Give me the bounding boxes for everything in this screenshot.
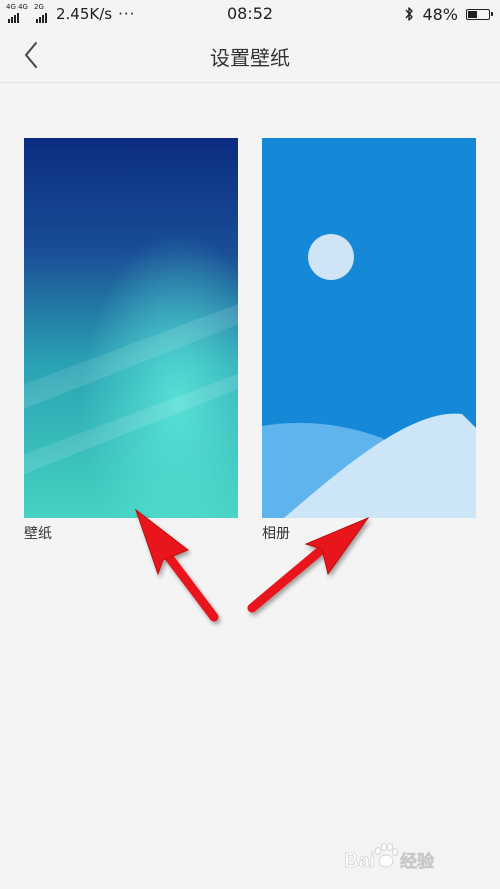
page-title: 设置壁纸 (210, 46, 290, 70)
status-right: 48% (404, 4, 493, 24)
ocean-gradient-wallpaper (24, 138, 238, 518)
album-landscape-icon (262, 138, 476, 518)
baidu-paw-logo: Bai 经验 (344, 843, 435, 872)
battery-icon (466, 8, 493, 20)
battery-percent: 48% (422, 4, 458, 24)
battery-level (468, 10, 477, 18)
album-label: 相册 (262, 526, 290, 542)
app-header: 设置壁纸 (0, 28, 500, 83)
wallpaper-label: 壁纸 (24, 526, 52, 542)
album-option[interactable]: 相册 (262, 138, 476, 543)
wallpaper-option[interactable]: 壁纸 (24, 138, 238, 543)
bluetooth-icon (405, 7, 414, 21)
status-bar: 4G 4G 2G 2.45K/s ··· 08:52 48% (0, 0, 500, 28)
